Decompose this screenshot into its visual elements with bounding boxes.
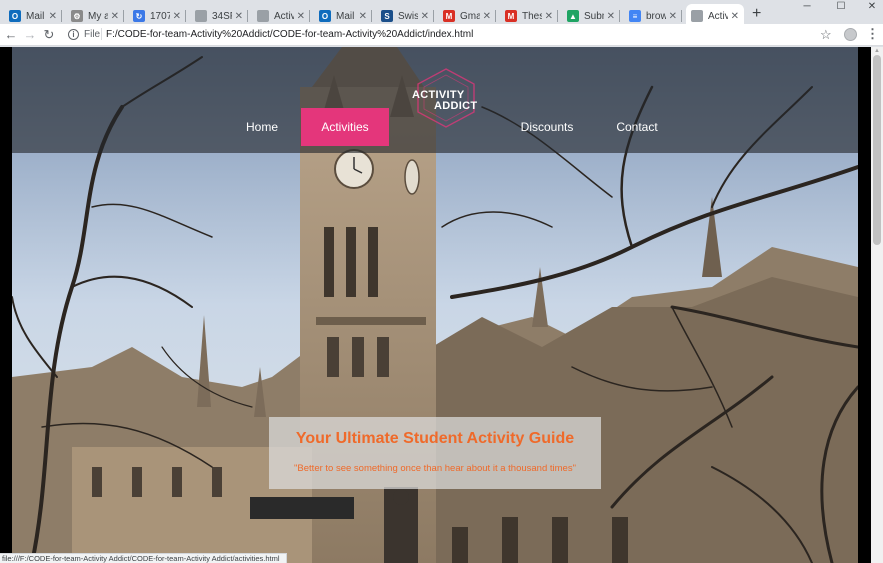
outlook-icon: O [9, 10, 21, 22]
page-viewport: ACTIVITY ADDICT Home Activities Discount… [0, 47, 883, 563]
gmail-icon: M [505, 10, 517, 22]
outlook-icon: O [319, 10, 331, 22]
site-info-icon[interactable]: i [68, 29, 79, 40]
address-toolbar: ← → ↻ i File F:/CODE-for-team-Activity%2… [0, 24, 883, 46]
scrollbar-thumb[interactable] [873, 55, 881, 245]
scroll-up-arrow-icon[interactable]: ▲ [874, 48, 880, 54]
document-icon [195, 10, 207, 22]
gmail-icon: M [443, 10, 455, 22]
maximize-button[interactable]: ☐ [826, 0, 856, 16]
window-close-button[interactable]: ✕ [857, 0, 883, 16]
profile-avatar[interactable] [844, 28, 857, 41]
hero-title: Your Ultimate Student Activity Guide [295, 430, 575, 447]
address-bar-input[interactable]: F:/CODE-for-team-Activity%20Addict/CODE-… [106, 29, 473, 40]
tab-close-icon[interactable]: ✕ [235, 11, 243, 22]
reload-button[interactable]: ↻ [41, 27, 57, 43]
forward-button[interactable]: → [22, 27, 38, 43]
nav-home-link[interactable]: Home [234, 108, 290, 146]
web-page: ACTIVITY ADDICT Home Activities Discount… [12, 47, 858, 563]
tab-close-icon[interactable]: ✕ [669, 11, 677, 22]
new-tab-button[interactable]: + [752, 5, 761, 23]
tab-title: Submi [584, 10, 604, 22]
tab-close-icon[interactable]: ✕ [111, 11, 119, 22]
drive-icon: ▲ [567, 10, 579, 22]
tab-title: My arc [88, 10, 108, 22]
nav-discounts-link[interactable]: Discounts [512, 108, 582, 146]
settings-icon: ⚙ [71, 10, 83, 22]
tab-title: These [522, 10, 542, 22]
tab-close-icon[interactable]: ✕ [483, 11, 491, 22]
bookmark-star-icon[interactable]: ☆ [820, 27, 832, 43]
tab-title: 34SP.c [212, 10, 232, 22]
logo-text-line2: ADDICT [434, 100, 478, 112]
site-navbar: ACTIVITY ADDICT Home Activities Discount… [12, 47, 858, 153]
refresh-icon: ↻ [133, 10, 145, 22]
tab-title: 17072 [150, 10, 170, 22]
status-link-preview: file:///F:/CODE-for-team-Activity Addict… [0, 553, 287, 563]
back-button[interactable]: ← [3, 27, 19, 43]
tab-close-icon[interactable]: ✕ [421, 11, 429, 22]
tab-title: Activi [708, 10, 728, 22]
tab-title: brows [646, 10, 666, 22]
nav-activities-link[interactable]: Activities [301, 108, 389, 146]
browser-menu-icon[interactable]: ⋮ [866, 26, 879, 42]
url-divider [101, 28, 102, 40]
minimize-button[interactable]: ─ [792, 0, 822, 16]
hero-tagline-box: Your Ultimate Student Activity Guide "Be… [269, 417, 601, 489]
tab-close-icon[interactable]: ✕ [173, 11, 181, 22]
tab-title: Mail - [336, 10, 356, 22]
nav-contact-link[interactable]: Contact [604, 108, 670, 146]
tab-close-icon[interactable]: ✕ [49, 11, 57, 22]
tab-close-icon[interactable]: ✕ [607, 11, 615, 22]
tab-close-icon[interactable]: ✕ [545, 11, 553, 22]
document-icon [257, 10, 269, 22]
tab-close-icon[interactable]: ✕ [297, 11, 305, 22]
url-scheme-label: File [84, 29, 101, 40]
vertical-scrollbar[interactable]: ▲ [871, 47, 883, 563]
document-icon [691, 10, 703, 22]
hero-quote: "Better to see something once than hear … [294, 463, 576, 474]
tab-close-icon[interactable]: ✕ [359, 11, 367, 22]
tab-title: Mail - [26, 10, 46, 22]
docs-icon: ≡ [629, 10, 641, 22]
tab-title: Gmail [460, 10, 480, 22]
tab-close-icon[interactable]: ✕ [731, 11, 739, 22]
swiss-icon: S [381, 10, 393, 22]
tab-title: Swiss I [398, 10, 418, 22]
tab-title: Activit [274, 10, 294, 22]
